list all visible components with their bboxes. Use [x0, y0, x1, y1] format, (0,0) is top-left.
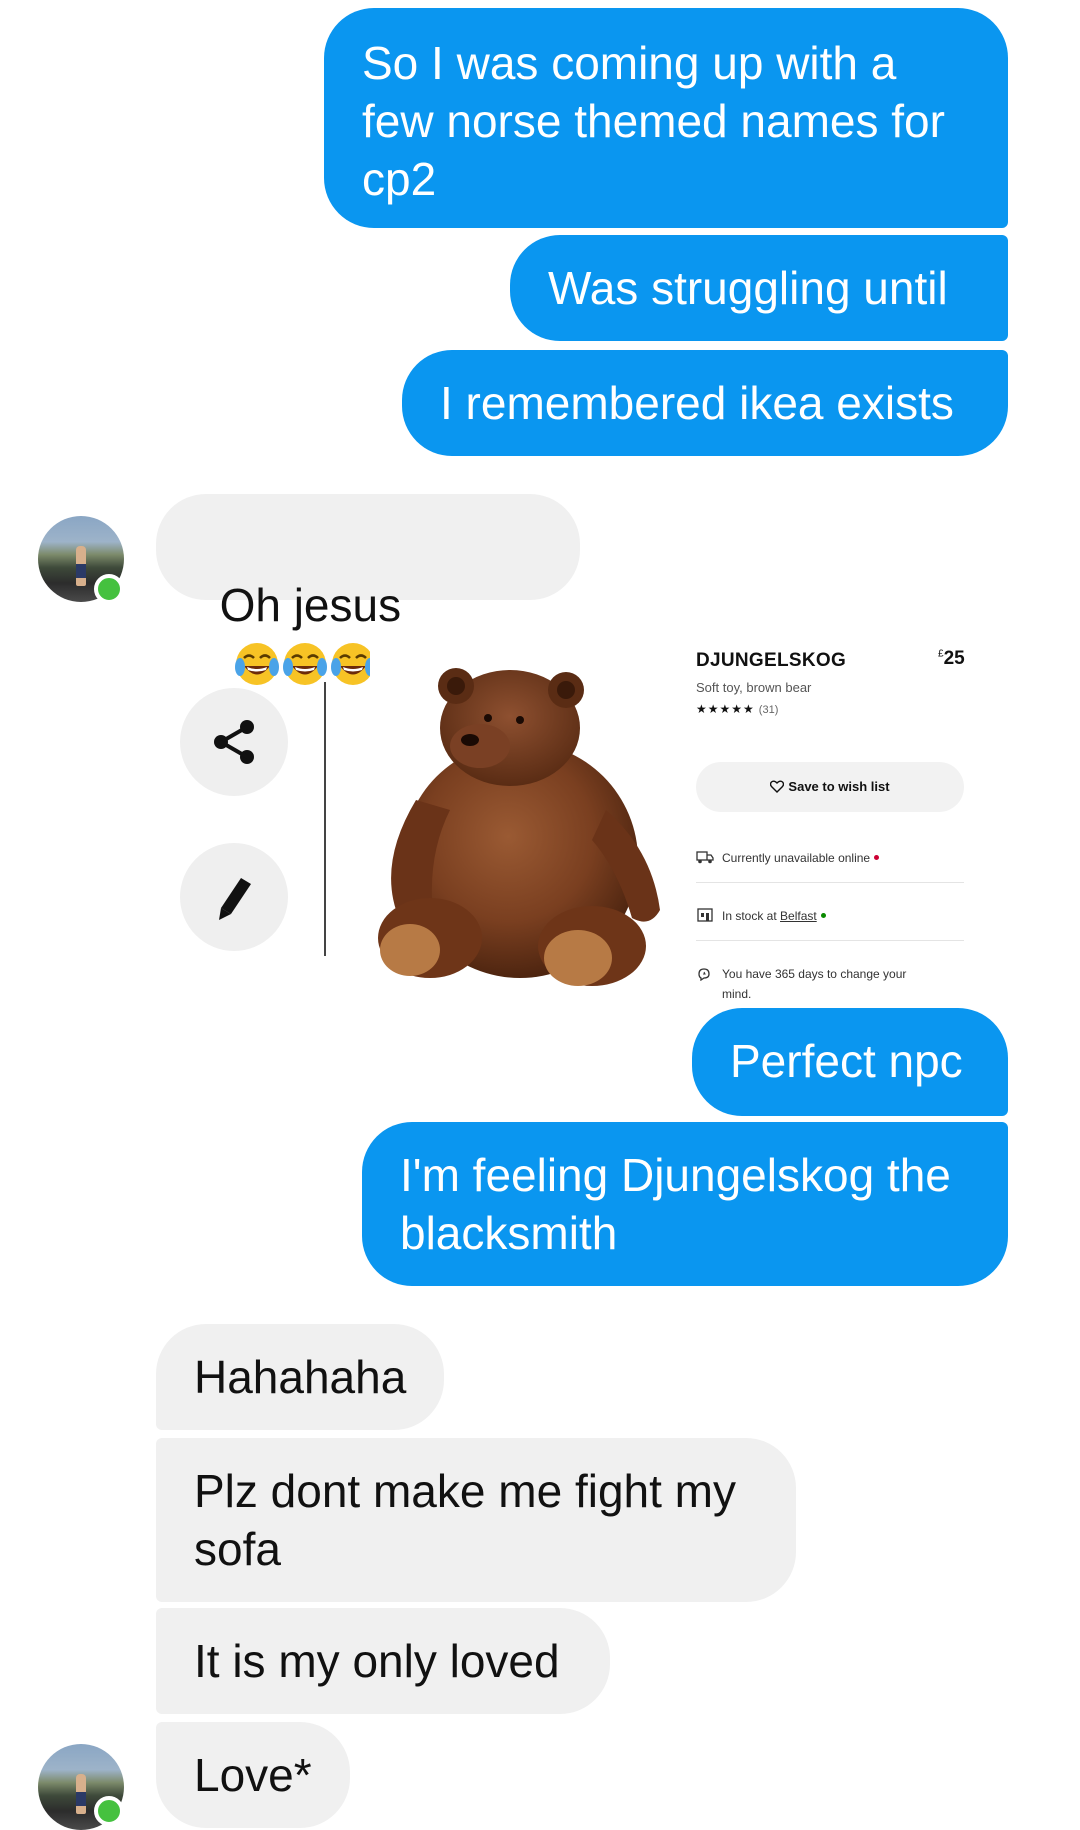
face-with-tears-of-joy-icon [234, 643, 279, 685]
store-link[interactable]: Belfast [780, 909, 817, 923]
product-price: £25 [938, 648, 965, 669]
product-rating: ★★★★★ (31) [696, 702, 778, 716]
message-bubble-sent[interactable]: I'm feeling Djungelskog the blacksmith [362, 1122, 1008, 1286]
edit-button[interactable] [180, 843, 288, 951]
heart-icon [770, 780, 785, 793]
message-bubble-sent[interactable]: Perfect npc [692, 1008, 1008, 1116]
returns-policy-row: You have 365 days to change your mind. [696, 964, 964, 1004]
online-status-indicator [94, 574, 124, 604]
avatar-photo [76, 1774, 86, 1814]
store-availability-row: In stock at Belfast [696, 906, 964, 926]
delivery-truck-icon [696, 851, 714, 864]
unavailable-indicator-dot [874, 855, 880, 860]
star-rating-icon: ★★★★★ [696, 702, 755, 716]
product-name: DJUNGELSKOG [696, 650, 847, 671]
message-bubble-sent[interactable]: Was struggling until [510, 235, 1008, 341]
shared-image-product-listing[interactable]: DJUNGELSKOG £25 Soft toy, brown bear ★★★… [370, 640, 990, 1010]
share-icon [214, 720, 254, 764]
teddy-bear-image [378, 668, 660, 986]
row-divider [696, 940, 964, 941]
message-bubble-sent[interactable]: I remembered ikea exists [402, 350, 1008, 456]
in-stock-indicator-dot [820, 913, 826, 918]
message-bubble-received[interactable]: Hahahaha [156, 1324, 444, 1430]
online-status-indicator [94, 1796, 124, 1826]
return-policy-icon [698, 968, 710, 981]
online-availability-row: Currently unavailable online [696, 848, 964, 868]
face-with-tears-of-joy-icon [282, 643, 327, 685]
message-bubble-received[interactable]: Love* [156, 1722, 350, 1828]
store-icon [697, 908, 713, 922]
review-count: (31) [758, 704, 779, 716]
message-bubble-received[interactable]: Plz dont make me fight my sofa [156, 1438, 796, 1602]
message-bubble-sent[interactable]: So I was coming up with a few norse them… [324, 8, 1008, 228]
pencil-icon [219, 878, 251, 920]
message-text: Oh jesus [219, 579, 402, 631]
save-to-wish-list-button[interactable]: Save to wish list [696, 762, 964, 812]
message-bubble-received[interactable]: It is my only loved [156, 1608, 610, 1714]
row-divider [696, 882, 964, 883]
face-with-tears-of-joy-icon [330, 643, 375, 685]
avatar-photo [76, 546, 86, 586]
message-bubble-received[interactable]: Oh jesus [156, 494, 580, 685]
share-button[interactable] [180, 688, 288, 796]
product-description: Soft toy, brown bear [696, 680, 812, 695]
media-divider [324, 682, 326, 956]
